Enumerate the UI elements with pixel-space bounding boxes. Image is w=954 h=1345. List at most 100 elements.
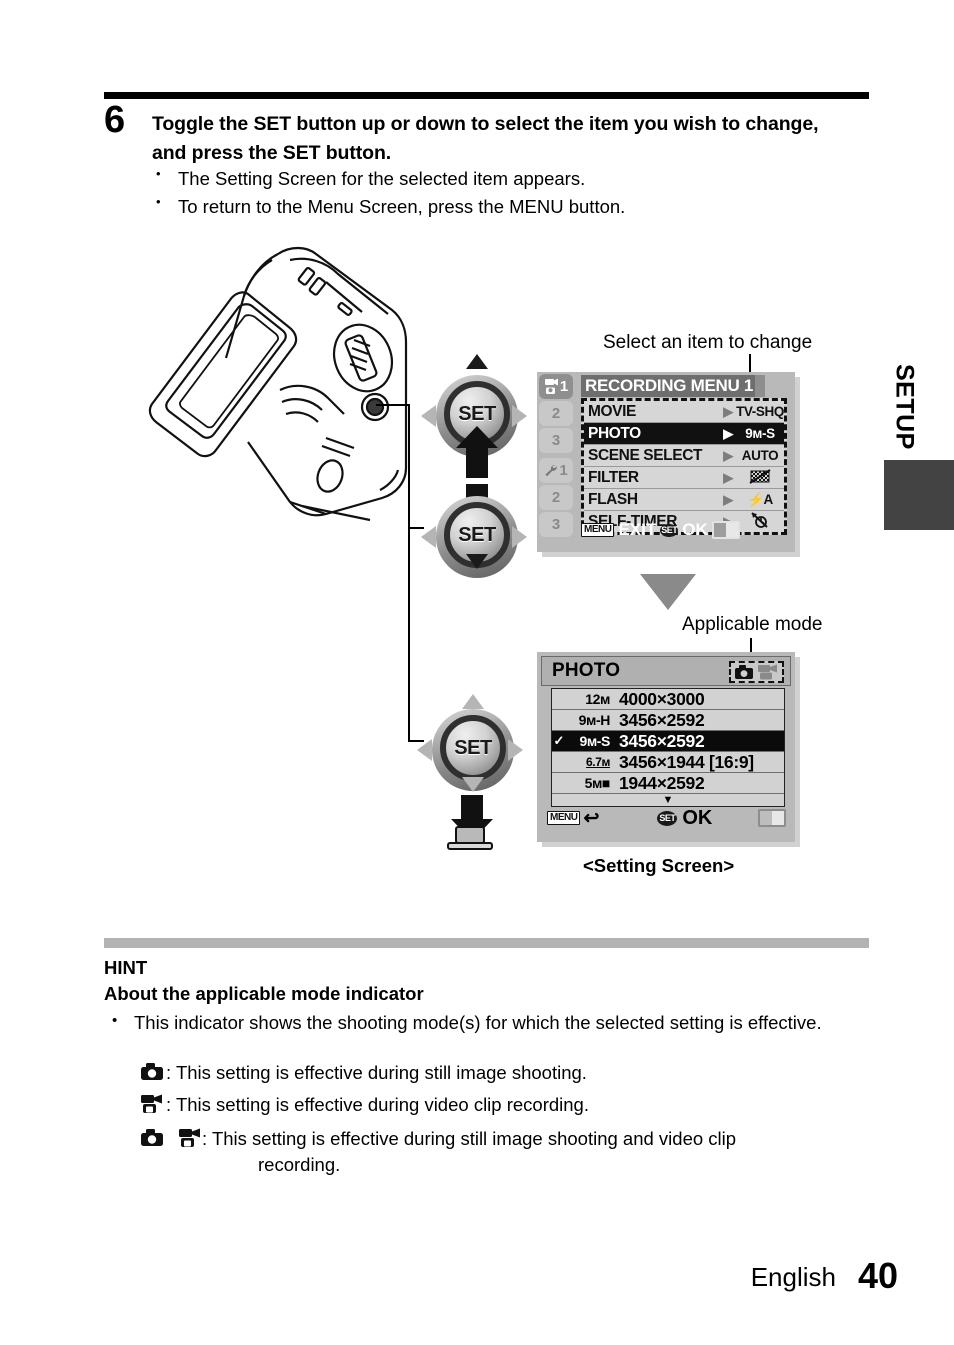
menu-row-value: ⚡A [747,491,773,507]
tab-setup-1[interactable]: 1 [539,458,573,483]
photo-row-9ms[interactable]: ✓ 9ᴍ-S 3456×2592 [552,731,784,752]
dial-right-arrow-icon [512,405,527,427]
menu-row-label: MOVIE [588,402,636,420]
hint-heading: HINT [104,957,148,978]
menu-row-label: FLASH [588,490,638,508]
recording-menu-title-text: RECORDING MENU 1 [585,376,754,395]
photo-screen-header: PHOTO [541,656,791,686]
camera-illustration [130,232,430,532]
photo-row-size: 6.7ᴍ [586,755,610,769]
menu-row-label: SCENE SELECT [588,446,703,464]
photo-row-check: ✓ [553,733,565,748]
hint-item-still: : This setting is effective during still… [140,1060,880,1089]
recording-menu-title: RECORDING MENU 1 [581,375,765,397]
set-dial-label: SET [458,523,496,546]
tab-setup-3[interactable]: 3 [539,512,573,537]
recording-menu-list: MOVIE ▶ TV-SHQ PHOTO ▶ 9ᴍ-S SCENE SELECT… [581,398,787,535]
photo-row-67m[interactable]: 6.7ᴍ 3456×1944 [16:9] [552,752,784,773]
set-key-icon[interactable]: SET [657,810,678,826]
shutter-button-icon [446,826,494,852]
connector-horizontal-top [376,404,410,406]
filter-off-icon [749,468,771,484]
menu-row-value: TV-SHQ [736,404,784,419]
photo-row-size: 9ᴍ-H [578,712,611,728]
setting-screen-caption: <Setting Screen> [583,855,735,876]
side-tab-block [884,460,954,530]
set-key-icon[interactable]: SET [660,523,679,537]
step-number: 6 [104,99,126,141]
dial-up-arrow-icon [462,694,484,709]
menu-key-icon[interactable]: MENU [581,523,615,537]
recording-menu-tabs: 1 2 3 1 2 3 [539,374,577,539]
chevron-right-icon: ▶ [723,403,733,419]
photo-row-dimensions: 3456×1944 [16:9] [619,751,754,772]
tab-recording-2[interactable]: 2 [539,401,573,426]
set-dial-3[interactable]: SET [440,715,506,781]
dial-down-arrow-icon [466,554,488,569]
photo-row-dimensions: 3456×2592 [619,730,705,751]
step-bullets: The Setting Screen for the selected item… [152,164,872,222]
menu-row-value [736,468,784,487]
callout-select-item: Select an item to change [603,332,813,353]
menu-row-photo[interactable]: PHOTO ▶ 9ᴍ-S [584,423,784,445]
photo-row-dimensions: 3456×2592 [619,709,705,730]
still-and-video-icons [140,1126,202,1149]
hint-item-text: : This setting is effective during video… [166,1093,589,1115]
wrench-icon [545,464,558,477]
video-camera-icon [140,1092,166,1123]
hint-item-both: : This setting is effective during still… [140,1126,880,1180]
photo-row-5m[interactable]: 5ᴍ■ 1944×2592 [552,773,784,794]
footer-page-number: 40 [857,1255,898,1296]
dial-up-arrow-icon [466,354,488,369]
manual-page: 6 Toggle the SET button up or down to se… [0,0,954,1345]
recording-menu-screen: RECORDING MENU 1 1 2 3 1 2 3 MOVIE ▶ TV-… [537,372,795,552]
chevron-right-icon: ▶ [723,447,733,463]
side-tab-setup: SETUP [884,352,924,462]
side-tab-label: SETUP [890,364,919,450]
photo-resolution-list: 12ᴍ 4000×3000 9ᴍ-H 3456×2592 ✓ 9ᴍ-S 3456… [551,688,785,807]
photo-row-dimensions: 4000×3000 [619,688,705,709]
tab-recording-1[interactable]: 1 [539,374,573,399]
hint-item-text-cont: recording. [258,1154,341,1176]
step-bullet-1: The Setting Screen for the selected item… [152,164,872,193]
tab-recording-3[interactable]: 3 [539,428,573,453]
video-camera-icon [758,664,777,680]
video-camera-icon [179,1128,200,1147]
photo-row-9mh[interactable]: 9ᴍ-H 3456×2592 [552,710,784,731]
hint-item-text-wrap: : This setting is effective during still… [202,1126,880,1180]
tab-setup-2-label: 2 [551,489,561,506]
photo-row-12m[interactable]: 12ᴍ 4000×3000 [552,689,784,710]
menu-row-filter[interactable]: FILTER ▶ [584,467,784,489]
camera-video-icon [544,378,558,394]
hint-divider [104,938,869,948]
dial-right-arrow-icon [508,739,523,761]
footer-language: English [750,1262,836,1292]
menu-row-flash[interactable]: FLASH ▶ ⚡A [584,489,784,511]
recording-menu-footer: MENU EXIT SET OK [581,518,787,542]
tab-setup-2[interactable]: 2 [539,485,573,510]
chevron-right-icon: ▶ [723,469,733,485]
hint-item-video: : This setting is effective during video… [140,1092,880,1123]
battery-icon [711,521,740,539]
photo-row-dimensions: 1944×2592 [619,772,705,793]
menu-row-label: FILTER [588,468,639,486]
dial-left-arrow-icon [421,405,436,427]
menu-key-icon[interactable]: MENU [547,811,581,825]
menu-row-scene-select[interactable]: SCENE SELECT ▶ AUTO [584,445,784,467]
hint-item-list: : This setting is effective during still… [140,1060,880,1182]
battery-icon [758,809,787,827]
still-camera-icon [140,1060,166,1089]
photo-screen-footer: MENU ↩ SET OK [547,804,787,832]
dial-left-arrow-icon [421,526,436,548]
still-camera-icon [735,665,753,679]
tab-recording-1-label: 1 [559,378,569,395]
photo-row-size: 12ᴍ [585,691,610,707]
chevron-right-icon: ▶ [723,425,733,441]
menu-row-movie[interactable]: MOVIE ▶ TV-SHQ [584,401,784,423]
top-rule [104,92,869,99]
photo-row-size: 5ᴍ■ [584,775,611,791]
dial-right-arrow-icon [512,526,527,548]
hint-bullet: This indicator shows the shooting mode(s… [104,1010,899,1037]
photo-screen-title: PHOTO [552,660,621,681]
set-dial-label: SET [454,736,492,759]
